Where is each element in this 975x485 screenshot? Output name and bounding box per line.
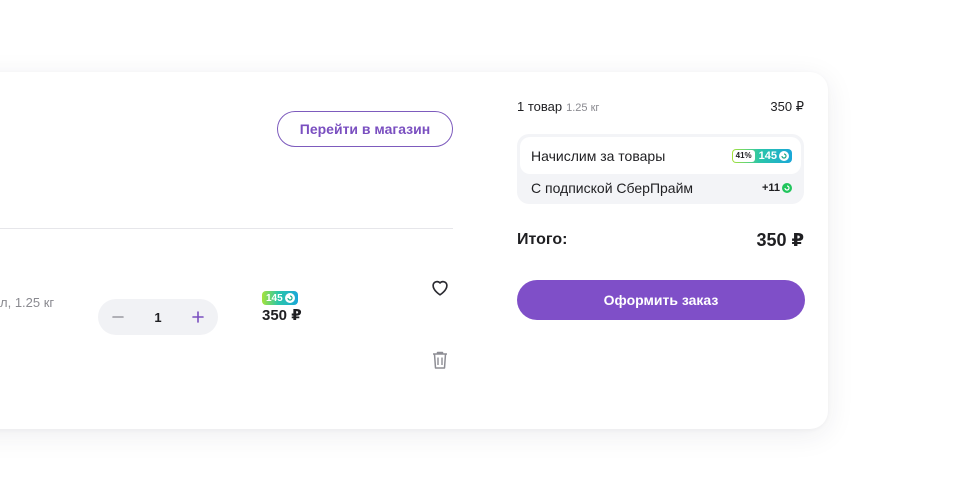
divider [0,228,453,229]
item-name-tail: л, [0,295,12,310]
total-label: Итого: [517,231,568,248]
item-weight-value: 1.25 кг [14,295,55,310]
subscription-row: С подпиской СберПрайм +11 [520,174,801,202]
item-bonus-value: 145 [266,292,283,304]
accrue-row: Начислим за товары 41% 145 [520,137,801,174]
quantity-stepper: 1 [98,299,218,335]
accrue-percent: 41% [732,149,755,162]
total-value: 350 ₽ [756,230,804,250]
decrease-button[interactable] [108,307,128,327]
heart-icon [432,280,448,296]
minus-icon [112,316,124,318]
accrue-bonus-value: 145 [758,149,777,162]
item-weight: л, 1.25 кг [0,295,54,310]
cart-page: Перейти в магазин л, 1.25 кг 1 145 350 ₽ [0,0,975,485]
summary-count: 1 товар 1.25 кг [517,99,599,114]
checkout-button[interactable]: Оформить заказ [517,280,805,320]
bonus-box: Начислим за товары 41% 145 С подпиской С… [517,134,804,204]
trash-icon [433,351,447,369]
subscription-bonus-value: +11 [761,182,780,194]
subscription-bonus: +11 [762,182,792,194]
favorite-button[interactable] [429,276,451,298]
accrue-bonus: 145 [755,150,791,162]
plus-icon [192,311,204,323]
delete-button[interactable] [431,350,449,370]
summary-weight: 1.25 кг [566,102,600,114]
summary-subtotal: 350 ₽ [770,99,804,114]
quantity-value: 1 [154,309,162,325]
item-price: 350 ₽ [262,307,302,324]
sberprime-coin-icon [782,183,792,193]
item-bonus-badge: 145 [262,291,298,305]
subscription-label: С подпиской СберПрайм [531,180,694,196]
increase-button[interactable] [188,307,208,327]
bonus-coin-icon [779,150,789,161]
accrue-badge: 41% 145 [731,148,792,163]
accrue-label: Начислим за товары [531,147,666,164]
bonus-coin-icon [284,293,295,303]
go-to-store-button[interactable]: Перейти в магазин [277,111,453,147]
summary-count-label: 1 товар [517,99,563,114]
